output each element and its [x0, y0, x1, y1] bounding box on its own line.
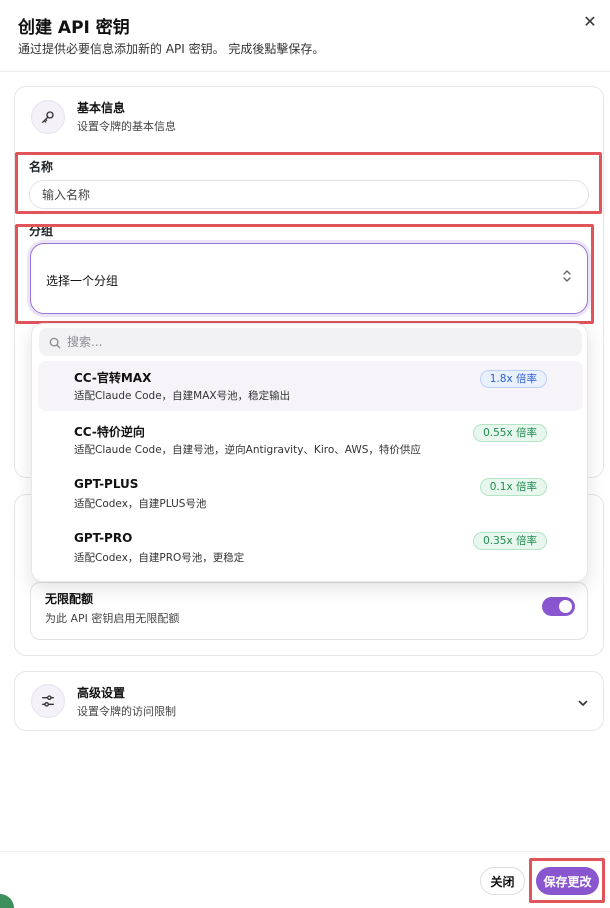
rate-badge: 0.1x 倍率 [479, 478, 547, 496]
dialog-title: 创建 API 密钥 [18, 18, 130, 38]
group-option-cc-special[interactable]: CC-特价逆向 适配Claude Code，自建号池，逆向Antigravity… [38, 415, 583, 465]
group-option-cc-max[interactable]: CC-官转MAX 适配Claude Code，自建MAX号池，稳定输出 1.8x… [38, 361, 583, 411]
close-button[interactable]: 关闭 [480, 867, 525, 895]
dialog-subtitle: 通过提供必要信息添加新的 API 密钥。 完成後點擊保存。 [18, 42, 325, 56]
unlimited-quota-subtitle: 为此 API 密钥启用无限配额 [45, 612, 180, 625]
option-desc: 适配Claude Code，自建MAX号池，稳定输出 [74, 390, 291, 402]
unlimited-quota-title: 无限配额 [45, 592, 94, 606]
dialog-header: 创建 API 密钥 通过提供必要信息添加新的 API 密钥。 完成後點擊保存。 … [0, 0, 610, 72]
chevron-up-down-icon [561, 268, 573, 288]
group-label: 分组 [29, 224, 54, 238]
rate-badge: 0.55x 倍率 [473, 424, 547, 442]
option-desc: 适配Claude Code，自建号池，逆向Antigravity、Kiro、AW… [74, 444, 421, 456]
rate-badge: 0.35x 倍率 [473, 532, 547, 550]
search-icon [48, 335, 62, 354]
save-button[interactable]: 保存更改 [536, 867, 599, 895]
rate-badge: 1.8x 倍率 [479, 370, 547, 388]
chevron-down-icon [577, 694, 589, 713]
advanced-settings-title: 高级设置 [77, 686, 126, 700]
name-label: 名称 [29, 160, 54, 174]
group-select-value: 选择一个分组 [46, 274, 119, 288]
key-icon [31, 100, 65, 134]
sliders-icon [31, 684, 65, 718]
basic-info-subtitle: 设置令牌的基本信息 [77, 120, 176, 133]
dropdown-search-input[interactable] [67, 328, 567, 356]
toggle-knob [559, 600, 572, 613]
advanced-settings-card[interactable]: 高级设置 设置令牌的访问限制 [14, 671, 604, 731]
option-name: CC-官转MAX [74, 371, 152, 385]
option-name: GPT-PRO [74, 531, 133, 545]
group-option-gpt-plus[interactable]: GPT-PLUS 适配Codex，自建PLUS号池 0.1x 倍率 [38, 469, 583, 519]
close-icon[interactable]: ✕ [580, 12, 600, 32]
group-select[interactable]: 选择一个分组 [30, 243, 588, 314]
dropdown-search [39, 328, 582, 356]
basic-info-title: 基本信息 [77, 101, 126, 115]
group-dropdown: CC-官转MAX 适配Claude Code，自建MAX号池，稳定输出 1.8x… [31, 323, 588, 582]
option-desc: 适配Codex，自建PRO号池，更稳定 [74, 552, 245, 564]
advanced-settings-subtitle: 设置令牌的访问限制 [77, 705, 176, 718]
group-option-gpt-pro[interactable]: GPT-PRO 适配Codex，自建PRO号池，更稳定 0.35x 倍率 [38, 523, 583, 573]
option-name: GPT-PLUS [74, 477, 139, 491]
option-name: CC-特价逆向 [74, 425, 145, 439]
name-input[interactable] [29, 180, 589, 209]
option-desc: 适配Codex，自建PLUS号池 [74, 498, 207, 510]
unlimited-quota-row: 无限配额 为此 API 密钥启用无限配额 [30, 582, 588, 640]
unlimited-quota-toggle[interactable] [542, 597, 575, 616]
